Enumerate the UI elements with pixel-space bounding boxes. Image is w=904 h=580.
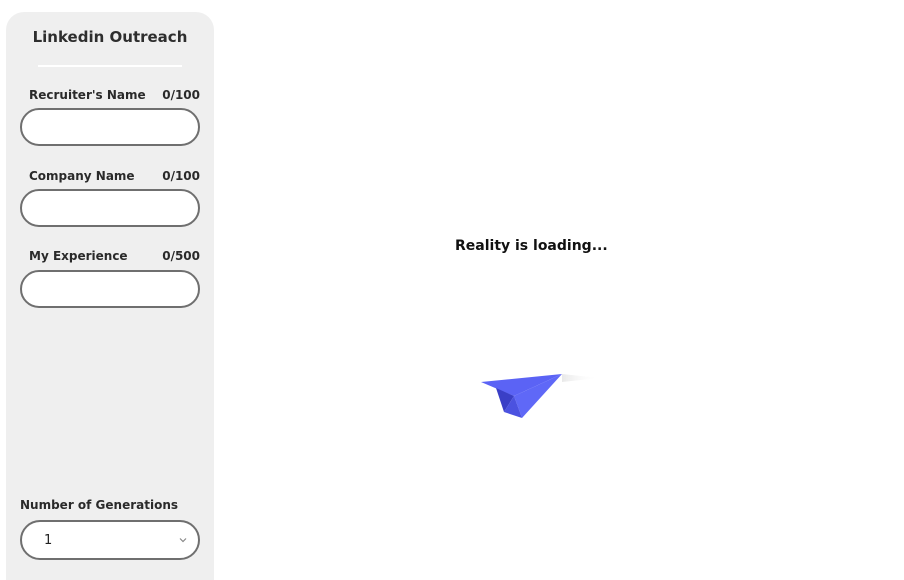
recruiters-name-count: 0/100 <box>162 88 200 102</box>
my-experience-label: My Experience <box>29 249 128 263</box>
chevron-down-icon <box>179 538 187 543</box>
company-name-input[interactable] <box>20 189 200 227</box>
generations-select[interactable]: 1 <box>20 520 200 560</box>
generations-label: Number of Generations <box>20 498 179 512</box>
paper-plane-icon <box>481 374 600 418</box>
my-experience-input[interactable] <box>20 270 200 308</box>
sidebar-title: Linkedin Outreach <box>32 28 188 46</box>
company-name-label: Company Name <box>29 169 135 183</box>
loading-text: Reality is loading... <box>455 238 608 254</box>
recruiters-name-input[interactable] <box>20 108 200 146</box>
page: Linkedin Outreach Recruiter's Name 0/100… <box>0 0 904 580</box>
company-name-count: 0/100 <box>162 169 200 183</box>
generations-value: 1 <box>44 533 53 548</box>
recruiters-name-label: Recruiter's Name <box>29 88 146 102</box>
my-experience-count: 0/500 <box>162 249 200 263</box>
sidebar: Linkedin Outreach Recruiter's Name 0/100… <box>6 12 214 580</box>
title-divider <box>38 65 182 67</box>
